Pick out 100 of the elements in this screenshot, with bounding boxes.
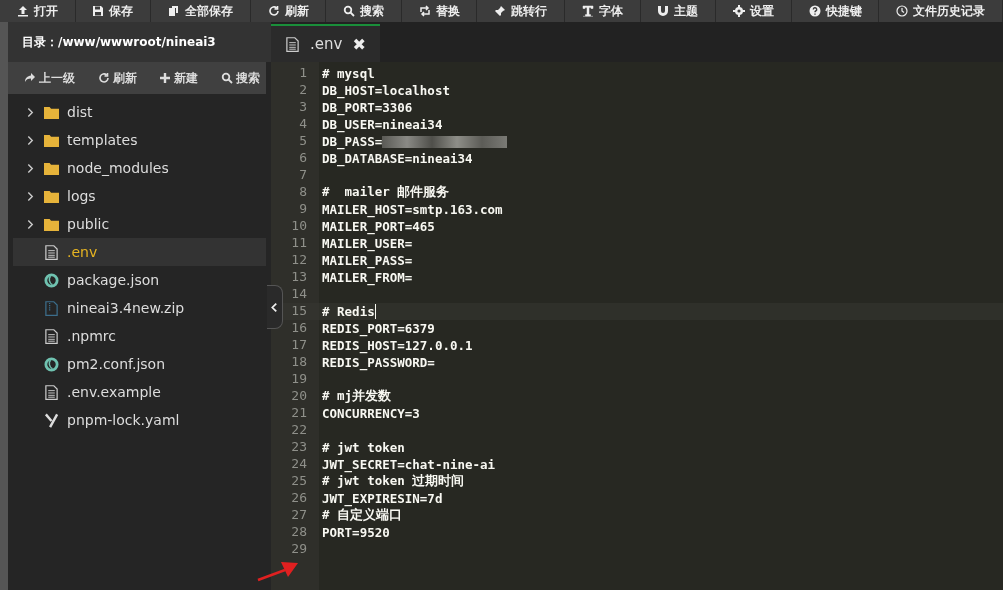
code-line: # jwt token 过期时间 [322, 473, 465, 490]
code-line: JWT_SECRET=chat-nine-ai [322, 457, 496, 472]
tab-label: .env [310, 35, 343, 53]
close-tab-button[interactable]: ✖ [352, 34, 366, 54]
line-number: 3 [298, 99, 308, 116]
file-tree-item[interactable]: .env [13, 238, 266, 266]
magnet-icon [657, 5, 670, 17]
chevron-right-icon [27, 190, 34, 202]
replace-icon [418, 5, 431, 17]
line-number: 8 [298, 184, 308, 201]
line-number: 26 [290, 490, 308, 507]
annotation-arrow [257, 560, 299, 582]
upload-icon [16, 5, 29, 17]
line-number: 23 [290, 439, 308, 456]
line-number: 20 [290, 388, 308, 405]
file-tree-item[interactable]: nineai3.4new.zip [13, 294, 266, 322]
file-tree-item[interactable]: logs [13, 182, 266, 210]
file-tree-item[interactable]: node_modules [13, 154, 266, 182]
clock-icon [896, 5, 909, 17]
chevron-right-icon [27, 106, 34, 118]
code-line: MAILER_HOST=smtp.163.com [322, 202, 503, 217]
sidebar-action-button[interactable]: 新建 [159, 67, 199, 89]
ring-icon [44, 356, 59, 372]
line-number: 1 [298, 65, 308, 82]
search-icon [343, 5, 356, 17]
font-icon [581, 5, 594, 17]
sidebar-action-button[interactable]: 搜索 [220, 67, 260, 89]
line-number: 5 [298, 133, 308, 150]
line-number: 9 [298, 201, 308, 218]
code-line: DB_PASS= [322, 134, 383, 149]
line-number: 12 [290, 252, 308, 269]
share-icon [24, 72, 36, 84]
line-number: 24 [290, 456, 308, 473]
code-line: MAILER_PORT=465 [322, 219, 435, 234]
file-tree-item[interactable]: templates [13, 126, 266, 154]
document-icon [44, 384, 59, 400]
line-number: 2 [298, 82, 308, 99]
plus-icon [159, 72, 172, 84]
code-line: CONCURRENCY=3 [322, 406, 420, 421]
letter-y-icon [44, 412, 59, 428]
code-line: # 自定义端口 [322, 507, 403, 524]
document-icon [44, 328, 59, 344]
search-icon [220, 72, 233, 84]
folder-icon [44, 160, 59, 176]
help-icon [808, 5, 821, 17]
code-line: MAILER_FROM= [322, 270, 413, 285]
archive-file-icon [44, 300, 59, 316]
document-icon [44, 244, 59, 260]
folder-icon [44, 132, 59, 148]
code-line: # mysql [322, 66, 375, 81]
line-number: 7 [298, 167, 308, 184]
line-number: 13 [290, 269, 308, 286]
line-number: 18 [290, 354, 308, 371]
file-tree-item[interactable]: dist [13, 98, 266, 126]
sidebar-action-button[interactable]: 刷新 [97, 67, 137, 89]
code-line: # Redis [322, 304, 375, 319]
line-number: 17 [290, 337, 308, 354]
code-line: MAILER_USER= [322, 236, 413, 251]
file-tree-item[interactable]: pnpm-lock.yaml [13, 406, 266, 434]
line-number: 14 [290, 286, 308, 303]
file-tab[interactable]: .env ✖ [271, 24, 380, 62]
code-line: MAILER_PASS= [322, 253, 413, 268]
directory-path: 目录：/www/wwwroot/nineai3 [22, 33, 216, 51]
text-cursor [374, 304, 376, 319]
line-number: 29 [290, 541, 308, 558]
file-tree-item[interactable]: package.json [13, 266, 266, 294]
line-number: 6 [298, 150, 308, 167]
file-tree-item[interactable]: public [13, 210, 266, 238]
code-line: DB_DATABASE=nineai34 [322, 151, 473, 166]
chevron-right-icon [27, 134, 34, 146]
folder-icon [44, 216, 59, 232]
chevron-left-icon [271, 301, 278, 313]
file-tree-item[interactable]: .npmrc [13, 322, 266, 350]
code-line: REDIS_PORT=6379 [322, 321, 435, 336]
save-icon [92, 5, 105, 17]
line-number: 22 [290, 422, 308, 439]
collapse-sidebar-button[interactable] [267, 285, 283, 329]
line-number: 10 [290, 218, 308, 235]
code-line: JWT_EXPIRESIN=7d [322, 491, 443, 506]
pin-icon [494, 5, 507, 17]
line-number: 28 [290, 524, 308, 541]
code-line: DB_USER=nineai34 [322, 117, 443, 132]
file-tree-item[interactable]: .env.example [13, 378, 266, 406]
file-tree-item[interactable]: pm2.conf.json [13, 350, 266, 378]
code-line: REDIS_PASSWORD= [322, 355, 435, 370]
line-number: 21 [290, 405, 308, 422]
code-line: # mj并发数 [322, 388, 392, 405]
code-line: DB_PORT=3306 [322, 100, 413, 115]
sidebar-action-button[interactable]: 上一级 [24, 67, 75, 89]
line-number: 19 [290, 371, 308, 388]
ring-icon [44, 272, 59, 288]
code-line: # mailer 邮件服务 [322, 184, 450, 201]
folder-icon [44, 188, 59, 204]
line-number: 11 [290, 235, 308, 252]
chevron-right-icon [27, 162, 34, 174]
line-number: 16 [290, 320, 308, 337]
copy-icon [167, 5, 180, 17]
settings-icon [733, 5, 745, 17]
folder-icon [44, 104, 59, 120]
code-line: PORT=9520 [322, 525, 390, 540]
